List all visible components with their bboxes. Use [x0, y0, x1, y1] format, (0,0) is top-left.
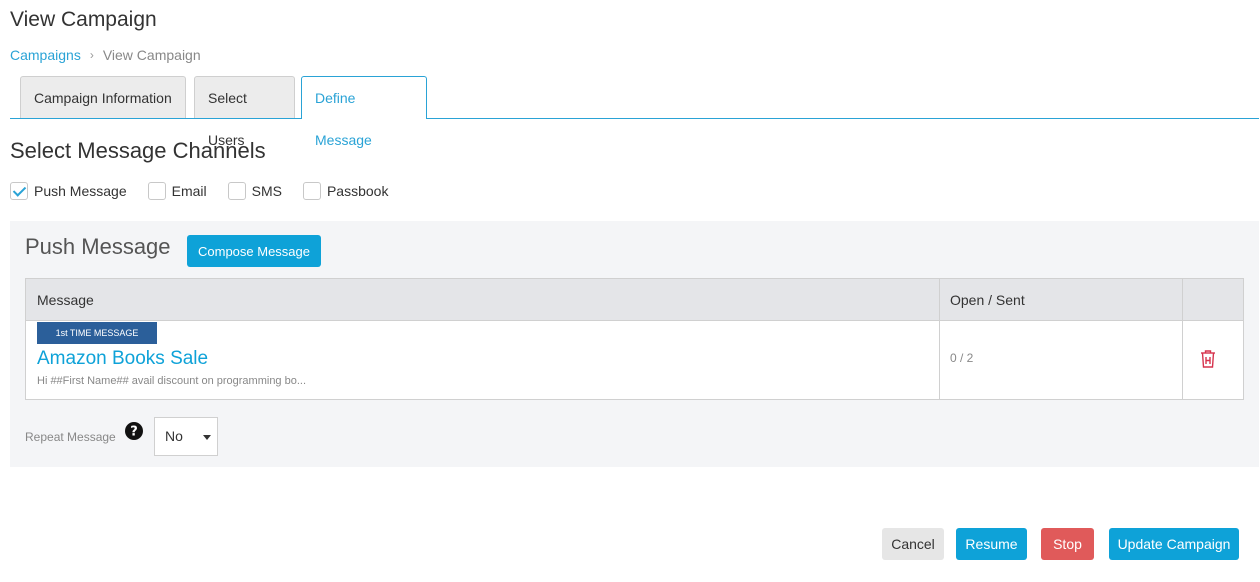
message-table: Message Open / Sent 1st TIME MESSAGE Ama… — [25, 278, 1244, 400]
tab-bar: Campaign Information Select Users Define… — [10, 76, 1259, 148]
passbook-checkbox[interactable] — [302, 182, 321, 200]
push-message-label: Push Message — [34, 183, 127, 199]
table-header-row: Message Open / Sent — [26, 279, 1243, 321]
repeat-message-value: No — [165, 428, 183, 444]
channel-email[interactable]: Email — [147, 182, 207, 200]
sms-checkbox[interactable] — [227, 182, 246, 200]
tab-select-users[interactable]: Select Users — [194, 76, 295, 148]
caret-down-icon — [203, 435, 211, 440]
chevron-right-icon: › — [89, 48, 94, 62]
update-campaign-button[interactable]: Update Campaign — [1109, 528, 1239, 560]
channel-push-message[interactable]: Push Message — [10, 182, 127, 200]
message-preview: Hi ##First Name## avail discount on prog… — [37, 375, 307, 387]
breadcrumb: Campaigns › View Campaign — [10, 47, 201, 63]
open-sent-value: 0 / 2 — [950, 351, 974, 365]
stop-button[interactable]: Stop — [1041, 528, 1094, 560]
tab-define-message[interactable]: Define Message — [301, 76, 427, 148]
column-header-message: Message — [37, 292, 94, 308]
page-title: View Campaign — [10, 8, 157, 31]
email-label: Email — [171, 183, 207, 199]
email-checkbox[interactable] — [147, 182, 166, 200]
sms-label: SMS — [251, 183, 282, 199]
table-row: 1st TIME MESSAGE Amazon Books Sale Hi ##… — [26, 321, 1243, 399]
channel-checkboxes: Push Message Email SMS Passbook — [10, 182, 409, 200]
cancel-button[interactable]: Cancel — [882, 528, 944, 560]
tab-campaign-information[interactable]: Campaign Information — [20, 76, 186, 118]
breadcrumb-campaigns-link[interactable]: Campaigns — [10, 47, 81, 63]
passbook-label: Passbook — [326, 183, 389, 199]
resume-button[interactable]: Resume — [956, 528, 1027, 560]
channel-passbook[interactable]: Passbook — [302, 182, 389, 200]
svg-text:?: ? — [130, 425, 138, 440]
question-circle-icon[interactable]: ? — [125, 422, 143, 440]
push-message-panel-title: Push Message — [25, 234, 171, 259]
push-message-panel: Push Message Compose Message Message Ope… — [10, 221, 1259, 467]
repeat-message-select[interactable]: No — [154, 417, 218, 456]
breadcrumb-current: View Campaign — [102, 47, 201, 63]
section-title: Select Message Channels — [10, 138, 266, 163]
compose-message-button[interactable]: Compose Message — [187, 235, 321, 267]
push-message-checkbox[interactable] — [10, 182, 28, 200]
channel-sms[interactable]: SMS — [227, 182, 282, 200]
column-header-open-sent: Open / Sent — [950, 292, 1025, 308]
message-order-badge: 1st TIME MESSAGE — [37, 322, 157, 344]
repeat-message-label: Repeat Message — [25, 430, 116, 444]
trash-icon[interactable] — [1199, 349, 1217, 369]
message-title-link[interactable]: Amazon Books Sale — [37, 348, 208, 370]
